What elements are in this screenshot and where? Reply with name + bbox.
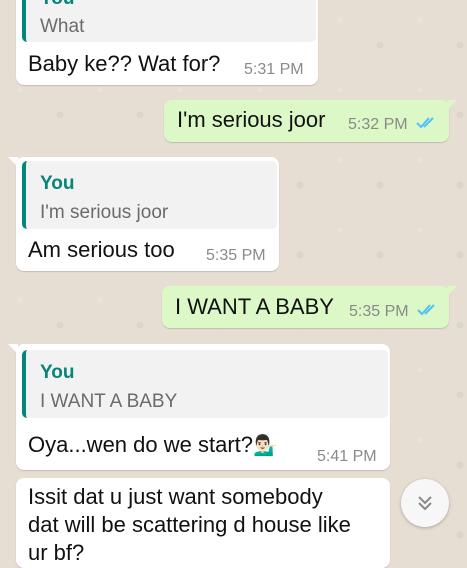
outgoing-message-1[interactable]: I'm serious joor 5:32 PM [164,100,457,142]
quoted-reply[interactable]: You I WANT A BABY [22,350,388,418]
message-line-3: ur bf? [28,540,85,565]
incoming-message-3[interactable]: You I WANT A BABY Oya...wen do we start?… [8,344,390,470]
quote-author: You [40,362,75,383]
person-tipping-hand-emoji: 💁🏻‍♂️ [253,435,278,457]
message-text: Oya...wen do we start?💁🏻‍♂️ [28,432,278,458]
message-body: Oya...wen do we start? [28,432,253,457]
quote-author: You [40,173,75,194]
quote-text: I WANT A BABY [40,391,178,412]
message-time: 5:35 PM [206,247,266,264]
incoming-message-2[interactable]: You I'm serious joor Am serious too 5:35… [8,157,279,271]
quoted-reply[interactable]: You What [22,0,316,42]
message-text: Baby ke?? Wat for? [28,51,221,76]
message-line-2: dat will be scattering d house like [28,512,351,537]
quote-text: I'm serious joor [40,202,169,223]
message-text: Am serious too [28,237,175,262]
incoming-message-1[interactable]: You What Baby ke?? Wat for? 5:31 PM [16,0,318,85]
quoted-reply[interactable]: You I'm serious joor [22,161,277,229]
quote-text: What [40,16,85,37]
scroll-to-bottom-button[interactable] [401,479,449,527]
message-time: 5:31 PM [244,61,304,78]
chevron-double-down-icon [418,496,432,511]
quote-author: You [40,0,74,10]
message-text: I WANT A BABY [175,294,334,319]
message-time: 5:32 PM [348,116,408,133]
message-line-1: Issit dat u just want somebody [28,484,323,509]
message-text: I'm serious joor [177,107,326,132]
double-check-icon [416,117,434,129]
incoming-message-4[interactable]: Issit dat u just want somebody dat will … [16,478,390,568]
double-check-icon [417,304,435,316]
message-time: 5:35 PM [349,303,409,320]
message-time: 5:41 PM [317,448,377,465]
outgoing-message-2[interactable]: I WANT A BABY 5:35 PM [162,286,457,328]
